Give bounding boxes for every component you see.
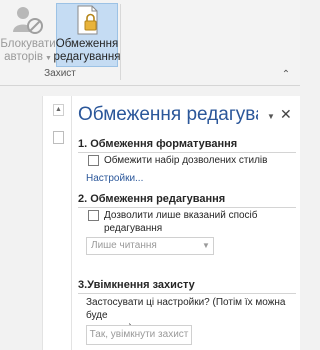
- scroll-up-icon[interactable]: ▲: [53, 104, 64, 116]
- enforcement-prompt-line1: Застосувати ці настройки? (Потім їх можн…: [86, 297, 286, 321]
- restrict-editing-label-line1: Обмеження: [55, 38, 119, 50]
- chevron-down-icon[interactable]: ▼: [199, 238, 213, 254]
- editing-type-select[interactable]: Лише читання ▼: [86, 237, 214, 255]
- limit-styles-row[interactable]: Обмежити набір дозволених стилів: [88, 154, 267, 167]
- start-enforcement-heading: 3.Увімкнення захисту: [78, 279, 296, 294]
- protect-group-label: Захист: [44, 68, 76, 79]
- restrict-editing-button[interactable]: Обмеження редагування: [53, 3, 121, 67]
- restrict-editing-pane: Обмеження редагува... ▼ ✕ 1. Обмеження ф…: [72, 96, 300, 350]
- allow-editing-checkbox[interactable]: [88, 210, 99, 221]
- scrollbar-thumb[interactable]: [53, 131, 64, 144]
- close-icon[interactable]: ✕: [280, 106, 292, 123]
- restrict-editing-label-line2: редагування: [53, 51, 121, 63]
- group-separator: [120, 4, 121, 80]
- settings-link[interactable]: Настройки...: [86, 173, 143, 184]
- start-enforcing-button[interactable]: Так, увімкнути захист: [86, 325, 192, 345]
- editing-type-value: Лише читання: [91, 240, 157, 251]
- chevron-down-icon: ▼: [44, 55, 52, 62]
- allow-editing-label-line1: Дозволити лише вказаний спосіб редагуван…: [104, 210, 258, 234]
- limit-styles-checkbox[interactable]: [88, 155, 99, 166]
- collapse-ribbon-icon[interactable]: ⌃: [280, 69, 292, 81]
- block-authors-label-line2: авторів: [4, 51, 43, 63]
- formatting-restrictions-heading: 1. Обмеження форматування: [78, 138, 296, 153]
- block-authors-button[interactable]: Блокувати авторів ▼: [0, 4, 56, 66]
- ribbon: Блокувати авторів ▼ Обмеження редагування…: [0, 0, 300, 86]
- limit-styles-label: Обмежити набір дозволених стилів: [104, 155, 268, 166]
- pane-title: Обмеження редагува...: [78, 104, 258, 125]
- block-authors-label-line1: Блокувати: [0, 38, 56, 50]
- editing-restrictions-heading: 2. Обмеження редагування: [78, 193, 296, 208]
- block-authors-icon: [11, 4, 45, 36]
- pane-options-icon[interactable]: ▼: [267, 112, 275, 121]
- restrict-editing-icon: [70, 4, 104, 36]
